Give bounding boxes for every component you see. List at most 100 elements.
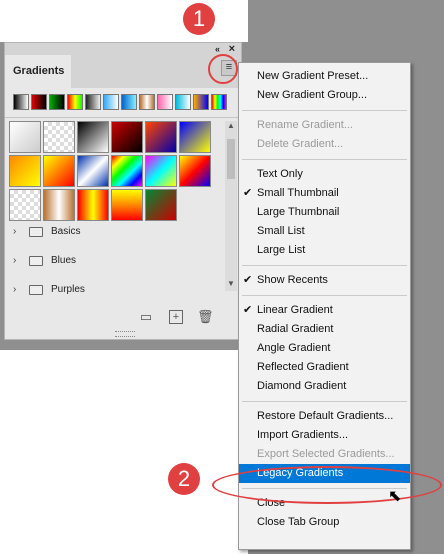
divider: [5, 117, 241, 118]
scrollbar[interactable]: ▲ ▼: [225, 121, 237, 291]
gradient-thumbnail-grid: [9, 121, 219, 221]
menu-item-large-list[interactable]: Large List: [239, 241, 410, 260]
menu-separator: [242, 159, 407, 160]
gradient-thumbnail[interactable]: [9, 155, 41, 187]
menu-item-rename-gradient: Rename Gradient...: [239, 116, 410, 135]
gradient-thumbnail[interactable]: [9, 121, 41, 153]
folder-label: Purples: [51, 284, 85, 295]
menu-item-linear-gradient[interactable]: ✔ Linear Gradient: [239, 301, 410, 320]
menu-item-diamond-gradient[interactable]: Diamond Gradient: [239, 377, 410, 396]
menu-item-new-gradient-group[interactable]: New Gradient Group...: [239, 86, 410, 105]
gradient-thumbnail[interactable]: [111, 121, 143, 153]
collapse-icon[interactable]: ‹‹: [215, 44, 220, 54]
recent-gradient-swatch[interactable]: [175, 94, 191, 110]
mouse-cursor-icon: ⬉: [388, 488, 402, 505]
folder-basics[interactable]: › Basics: [5, 217, 223, 246]
chevron-right-icon[interactable]: ›: [13, 284, 23, 295]
resize-grip[interactable]: [115, 331, 135, 337]
gradient-thumbnail[interactable]: [179, 121, 211, 153]
menu-item-import-gradients[interactable]: Import Gradients...: [239, 426, 410, 445]
menu-item-reflected-gradient[interactable]: Reflected Gradient: [239, 358, 410, 377]
tab-strip: Gradients: [5, 55, 241, 88]
menu-item-restore-default-gradients[interactable]: Restore Default Gradients...: [239, 407, 410, 426]
scrollbar-thumb[interactable]: [227, 139, 235, 179]
close-icon[interactable]: ×: [229, 43, 235, 55]
menu-item-label: Small Thumbnail: [257, 187, 339, 199]
menu-item-label: Text Only: [257, 168, 303, 180]
gradient-thumbnail[interactable]: [43, 155, 75, 187]
menu-item-label: Large Thumbnail: [257, 206, 340, 218]
new-group-folder-icon[interactable]: ▭: [139, 310, 153, 324]
folder-icon: [29, 284, 43, 295]
gradient-thumbnail[interactable]: [179, 155, 211, 187]
menu-item-small-list[interactable]: Small List: [239, 222, 410, 241]
recent-gradient-swatch[interactable]: [157, 94, 173, 110]
step-badge-1: 1: [183, 3, 215, 35]
gradient-thumbnail[interactable]: [77, 121, 109, 153]
chevron-right-icon[interactable]: ›: [13, 226, 23, 237]
menu-separator: [242, 401, 407, 402]
menu-item-label: Angle Gradient: [257, 342, 331, 354]
checkmark-icon: ✔: [243, 187, 253, 199]
menu-item-export-selected-gradients: Export Selected Gradients...: [239, 445, 410, 464]
menu-separator: [242, 295, 407, 296]
menu-item-label: Reflected Gradient: [257, 361, 349, 373]
menu-item-label: Radial Gradient: [257, 323, 334, 335]
recent-gradient-swatch[interactable]: [121, 94, 137, 110]
menu-item-label: Close Tab Group: [257, 516, 340, 528]
recent-gradient-swatch[interactable]: [139, 94, 155, 110]
trash-icon[interactable]: 🗑: [197, 310, 214, 324]
menu-item-angle-gradient[interactable]: Angle Gradient: [239, 339, 410, 358]
checkmark-icon: ✔: [243, 274, 253, 286]
menu-item-label: New Gradient Preset...: [257, 70, 369, 82]
highlight-ring-legacy-gradients: [212, 466, 442, 504]
menu-item-label: Large List: [257, 244, 306, 256]
menu-item-label: Import Gradients...: [257, 429, 349, 441]
menu-item-radial-gradient[interactable]: Radial Gradient: [239, 320, 410, 339]
step-badge-2: 2: [168, 463, 200, 495]
recent-gradient-swatch[interactable]: [211, 94, 227, 110]
folder-blues[interactable]: › Blues: [5, 246, 223, 275]
highlight-ring-menu-button: [208, 54, 238, 84]
gradient-thumbnail[interactable]: [145, 121, 177, 153]
gradient-thumbnail[interactable]: [145, 155, 177, 187]
recent-gradients: [13, 94, 229, 112]
menu-item-delete-gradient: Delete Gradient...: [239, 135, 410, 154]
tab-gradients[interactable]: Gradients: [5, 55, 71, 88]
scroll-up-icon[interactable]: ▲: [225, 121, 237, 130]
recent-gradient-swatch[interactable]: [85, 94, 101, 110]
menu-item-label: Small List: [257, 225, 305, 237]
menu-item-label: Diamond Gradient: [257, 380, 347, 392]
recent-gradient-swatch[interactable]: [13, 94, 29, 110]
folder-purples[interactable]: › Purples: [5, 275, 223, 304]
menu-separator: [242, 265, 407, 266]
menu-item-new-gradient-preset[interactable]: New Gradient Preset...: [239, 67, 410, 86]
recent-gradient-swatch[interactable]: [49, 94, 65, 110]
menu-item-label: Export Selected Gradients...: [257, 448, 395, 460]
screenshot-margin-bottom: [0, 350, 248, 554]
menu-item-label: Linear Gradient: [257, 304, 333, 316]
menu-item-show-recents[interactable]: ✔ Show Recents: [239, 271, 410, 290]
gradient-thumbnail[interactable]: [43, 121, 75, 153]
recent-gradient-swatch[interactable]: [67, 94, 83, 110]
recent-gradient-swatch[interactable]: [193, 94, 209, 110]
new-gradient-icon[interactable]: +: [169, 310, 183, 324]
menu-item-label: Restore Default Gradients...: [257, 410, 394, 422]
gradient-thumbnail[interactable]: [111, 155, 143, 187]
recent-gradient-swatch[interactable]: [103, 94, 119, 110]
folder-icon: [29, 226, 43, 237]
folder-label: Blues: [51, 255, 77, 266]
menu-item-large-thumbnail[interactable]: Large Thumbnail: [239, 203, 410, 222]
panel-title-bar[interactable]: ‹‹ ×: [5, 43, 241, 55]
menu-item-label: Show Recents: [257, 274, 328, 286]
menu-item-small-thumbnail[interactable]: ✔ Small Thumbnail: [239, 184, 410, 203]
checkmark-icon: ✔: [243, 304, 253, 316]
gradient-thumbnail[interactable]: [77, 155, 109, 187]
menu-item-close-tab-group[interactable]: Close Tab Group: [239, 513, 410, 532]
scroll-down-icon[interactable]: ▼: [225, 279, 237, 288]
gradients-panel: ‹‹ × Gradients ≡ ▲ ▼ › Basics › Blues › …: [4, 42, 242, 340]
menu-item-text-only[interactable]: Text Only: [239, 165, 410, 184]
folder-icon: [29, 255, 43, 266]
recent-gradient-swatch[interactable]: [31, 94, 47, 110]
chevron-right-icon[interactable]: ›: [13, 255, 23, 266]
